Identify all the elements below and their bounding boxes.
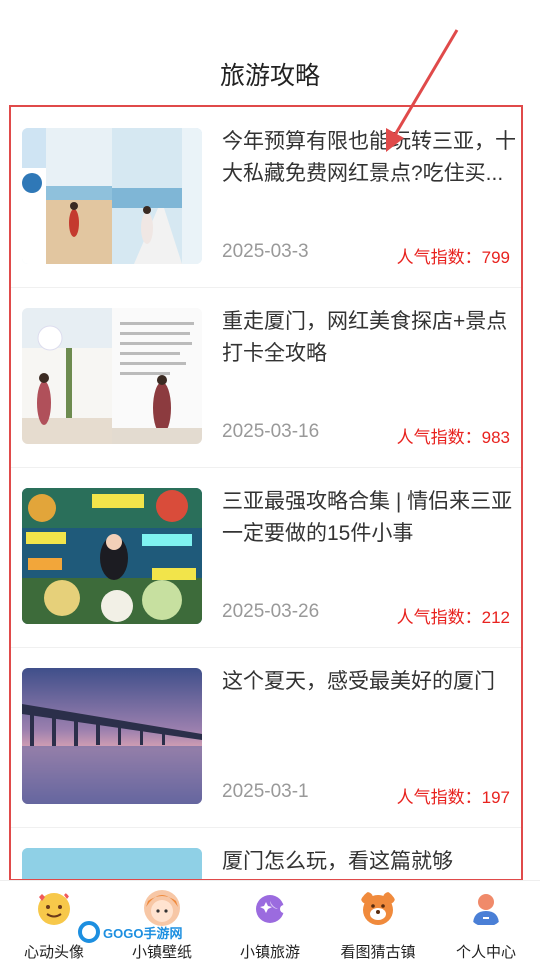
article-title[interactable]: 这个夏天，感受最美好的厦门 xyxy=(222,666,520,698)
article-title[interactable]: 今年预算有限也能玩转三亚，十大私藏免费网红景点?吃住买... xyxy=(222,126,520,190)
popularity-index: 人气指数：197 xyxy=(396,788,510,807)
article-title[interactable]: 厦门怎么玩，看这篇就够 xyxy=(222,846,520,878)
article-item[interactable]: 今年预算有限也能玩转三亚，十大私藏免费网红景点?吃住买... 2025-03-3… xyxy=(10,108,522,288)
site-watermark: GOGO手游网 xyxy=(78,921,182,943)
tab-label: 心动头像 xyxy=(23,944,84,960)
article-thumbnail-sky[interactable] xyxy=(22,848,202,880)
article-thumbnail-white-building[interactable] xyxy=(22,308,202,444)
popularity-index: 人气指数：799 xyxy=(396,248,510,267)
article-date: 2025-03-16 xyxy=(222,421,320,442)
planet-icon xyxy=(256,895,288,923)
article-item[interactable]: 厦门怎么玩，看这篇就够 xyxy=(10,828,522,880)
article-thumbnail-food-collage[interactable] xyxy=(22,488,202,624)
watermark-text: GOGO手游网 xyxy=(103,925,183,941)
article-thumbnail-beach-walkway[interactable] xyxy=(22,128,202,264)
tab-label: 看图猜古镇 xyxy=(340,944,416,960)
article-date: 2025-03-26 xyxy=(222,601,320,622)
article-item[interactable]: 重走厦门，网红美食探店+景点打卡全攻略 2025-03-16 人气指数：983 xyxy=(10,288,522,468)
emoji-face-icon xyxy=(38,892,70,925)
article-date: 2025-03-1 xyxy=(222,781,309,802)
tab-label: 小镇壁纸 xyxy=(131,944,192,960)
article-item[interactable]: 三亚最强攻略合集 | 情侣来三亚一定要做的15件小事 2025-03-26 人气… xyxy=(10,468,522,648)
popularity-index: 人气指数：212 xyxy=(396,608,510,627)
tab-label: 小镇旅游 xyxy=(239,944,300,960)
tab-label: 个人中心 xyxy=(455,944,516,960)
article-item[interactable]: 这个夏天，感受最美好的厦门 2025-03-1 人气指数：197 xyxy=(10,648,522,828)
article-date: 2025-03-3 xyxy=(222,241,309,262)
header-bar: 旅游攻略 xyxy=(0,0,540,108)
bottom-tab-bar: 心动头像 小镇壁纸 小镇旅游 看图猜古镇 个人中心 xyxy=(0,880,540,960)
person-icon xyxy=(473,894,499,925)
logo-ring-icon xyxy=(78,921,100,943)
article-title[interactable]: 重走厦门，网红美食探店+景点打卡全攻略 xyxy=(222,306,520,370)
tab-town-travel[interactable]: 小镇旅游 xyxy=(216,881,324,960)
tab-profile[interactable]: 个人中心 xyxy=(432,881,540,960)
bear-face-icon xyxy=(361,892,395,925)
article-thumbnail-bridge-dusk[interactable] xyxy=(22,668,202,804)
article-title[interactable]: 三亚最强攻略合集 | 情侣来三亚一定要做的15件小事 xyxy=(222,486,520,550)
popularity-index: 人气指数：983 xyxy=(396,428,510,447)
page-title: 旅游攻略 xyxy=(219,62,320,90)
tab-guess-town[interactable]: 看图猜古镇 xyxy=(324,881,432,960)
article-list[interactable]: 今年预算有限也能玩转三亚，十大私藏免费网红景点?吃住买... 2025-03-3… xyxy=(10,108,522,880)
